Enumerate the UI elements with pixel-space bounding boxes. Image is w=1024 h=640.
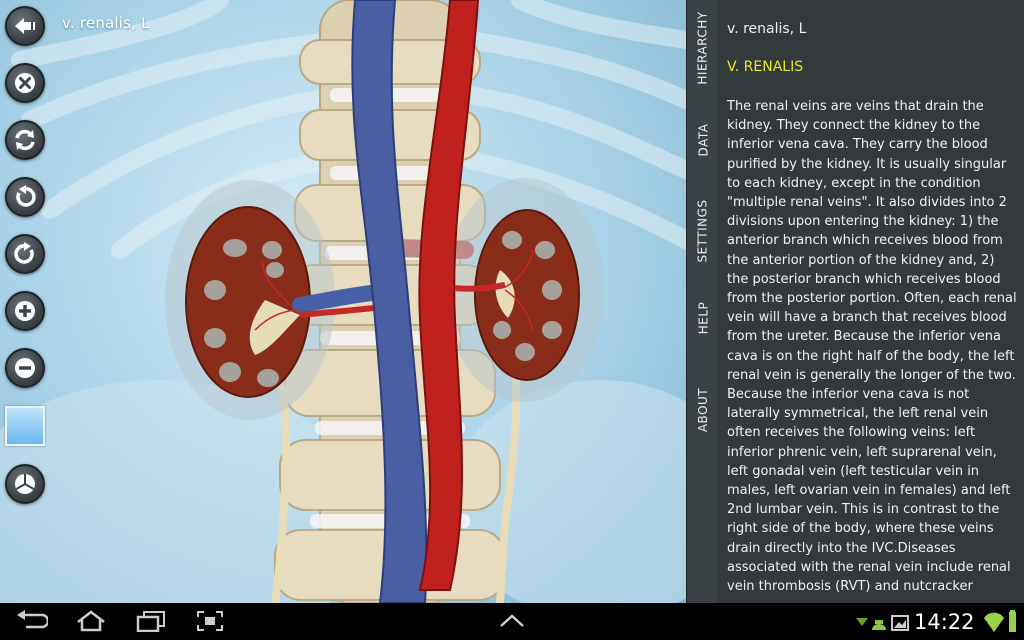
tab-about[interactable]: ABOUT bbox=[687, 370, 719, 450]
rotate-right-icon bbox=[14, 242, 34, 264]
chevron-up-icon bbox=[500, 614, 524, 627]
info-panel[interactable]: v. renalis, L V. RENALIS The renal veins… bbox=[718, 0, 1024, 603]
rotate-left-icon bbox=[16, 185, 36, 207]
structure-breadcrumb: v. renalis, L bbox=[727, 21, 807, 37]
nav-back-button[interactable] bbox=[14, 610, 48, 632]
close-button[interactable] bbox=[5, 63, 45, 103]
home-icon bbox=[77, 610, 105, 632]
nav-recents-button[interactable] bbox=[136, 610, 166, 632]
anatomy-model bbox=[0, 0, 686, 603]
screenshot-button[interactable] bbox=[196, 610, 224, 632]
system-navigation-bar: 14:22 bbox=[0, 603, 1024, 640]
anatomy-3d-viewport[interactable]: v. renalis, L bbox=[0, 0, 686, 603]
notification-tray-icon bbox=[856, 615, 909, 631]
notification-icons[interactable] bbox=[854, 612, 910, 634]
rotate-left-button[interactable] bbox=[5, 177, 45, 217]
zoom-in-button[interactable] bbox=[5, 291, 45, 331]
zoom-in-icon bbox=[15, 301, 35, 321]
zoom-out-icon bbox=[15, 358, 35, 378]
zoom-out-button[interactable] bbox=[5, 348, 45, 388]
layers-button[interactable] bbox=[5, 464, 45, 504]
structure-description: The renal veins are veins that drain the… bbox=[727, 99, 1017, 595]
status-icons bbox=[982, 610, 1018, 634]
refresh-icon bbox=[15, 129, 35, 151]
expand-bar-button[interactable] bbox=[498, 613, 526, 629]
back-button[interactable] bbox=[5, 6, 45, 46]
tab-settings[interactable]: SETTINGS bbox=[687, 186, 719, 276]
status-clock: 14:22 bbox=[914, 610, 975, 634]
wifi-battery-icon bbox=[984, 610, 1016, 632]
panel-tab-strip: HIERARCHY DATA SETTINGS HELP ABOUT bbox=[686, 0, 718, 603]
selected-structure-label: v. renalis, L bbox=[62, 14, 150, 32]
pie-icon bbox=[15, 474, 35, 494]
nav-home-button[interactable] bbox=[75, 610, 107, 632]
tab-data[interactable]: DATA bbox=[687, 110, 719, 170]
structure-heading: V. RENALIS bbox=[727, 59, 804, 75]
tab-help[interactable]: HELP bbox=[687, 288, 719, 348]
back-arrow-icon bbox=[15, 18, 35, 34]
close-icon bbox=[15, 73, 35, 93]
rotate-right-button[interactable] bbox=[5, 234, 45, 274]
screenshot-icon bbox=[197, 611, 223, 631]
reset-view-button[interactable] bbox=[5, 120, 45, 160]
recent-apps-icon bbox=[136, 611, 165, 632]
nav-back-icon bbox=[17, 610, 48, 629]
tab-hierarchy[interactable]: HIERARCHY bbox=[687, 8, 719, 88]
background-color-button[interactable] bbox=[5, 406, 45, 446]
